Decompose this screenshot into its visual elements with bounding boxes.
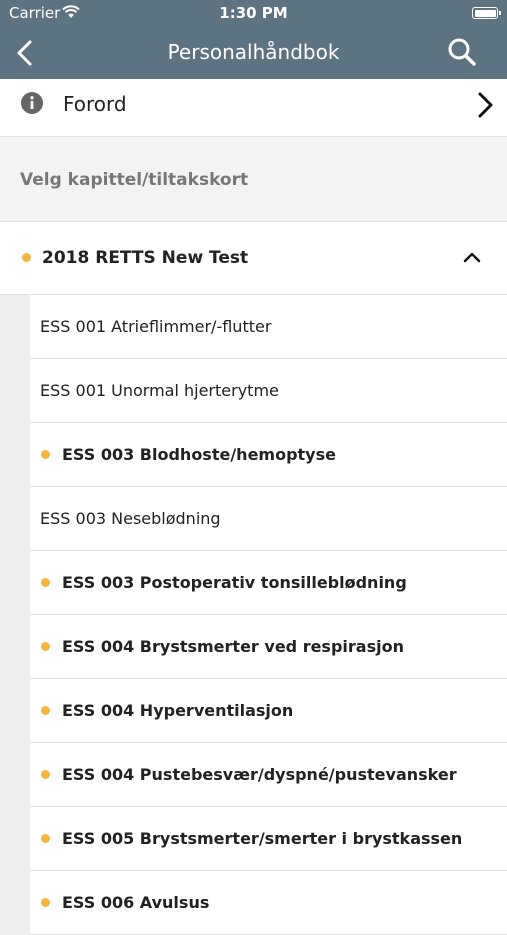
- group-header-label: 2018 RETTS New Test: [42, 248, 249, 268]
- unread-dot: [41, 834, 50, 843]
- page-title: Personalhåndbok: [167, 40, 340, 64]
- unread-dot: [41, 770, 50, 779]
- group-header[interactable]: 2018 RETTS New Test: [0, 222, 507, 295]
- list-item-label: ESS 003 Blodhoste/hemoptyse: [62, 445, 336, 464]
- list-item[interactable]: ESS 004 Pustebesvær/dyspné/pustevansker: [0, 743, 507, 807]
- battery-icon: [472, 7, 501, 19]
- info-icon: [21, 92, 43, 114]
- list-item-label: ESS 004 Hyperventilasjon: [62, 701, 294, 720]
- chevron-right-icon: [475, 91, 495, 119]
- list-item[interactable]: ESS 001 Atrieflimmer/-flutter: [0, 295, 507, 359]
- list-item-label: ESS 001 Unormal hjerterytme: [40, 381, 279, 400]
- list-item[interactable]: ESS 003 Blodhoste/hemoptyse: [0, 423, 507, 487]
- list-item-label: ESS 004 Brystsmerter ved respirasjon: [62, 637, 404, 656]
- list-item[interactable]: ESS 006 Avulsus: [0, 871, 507, 935]
- chapter-list: ESS 001 Atrieflimmer/-flutter ESS 001 Un…: [0, 295, 507, 935]
- unread-dot: [41, 706, 50, 715]
- list-item-label: ESS 004 Pustebesvær/dyspné/pustevansker: [62, 765, 457, 784]
- unread-dot: [41, 578, 50, 587]
- list-item-label: ESS 001 Atrieflimmer/-flutter: [40, 317, 272, 336]
- list-item[interactable]: ESS 003 Postoperativ tonsilleblødning: [0, 551, 507, 615]
- list-item-label: ESS 006 Avulsus: [62, 893, 210, 912]
- section-header-label: Velg kapittel/tiltakskort: [20, 170, 249, 190]
- unread-dot: [41, 642, 50, 651]
- list-item-label: ESS 003 Neseblødning: [40, 509, 221, 528]
- list-item-label: ESS 003 Postoperativ tonsilleblødning: [62, 573, 407, 592]
- forord-label: Forord: [63, 92, 127, 116]
- unread-dot: [22, 253, 31, 262]
- status-bar: Carrier 1:30 PM: [0, 0, 507, 27]
- list-item[interactable]: ESS 004 Brystsmerter ved respirasjon: [0, 615, 507, 679]
- unread-dot: [41, 898, 50, 907]
- nav-bar: Personalhåndbok: [0, 27, 507, 79]
- search-icon[interactable]: [447, 37, 477, 67]
- list-item[interactable]: ESS 004 Hyperventilasjon: [0, 679, 507, 743]
- section-header: Velg kapittel/tiltakskort: [0, 137, 507, 222]
- status-time: 1:30 PM: [219, 4, 288, 22]
- list-item[interactable]: ESS 003 Neseblødning: [0, 487, 507, 551]
- unread-dot: [41, 450, 50, 459]
- chevron-up-icon[interactable]: [463, 249, 481, 263]
- list-item[interactable]: ESS 005 Brystsmerter/smerter i brystkass…: [0, 807, 507, 871]
- list-item[interactable]: ESS 001 Unormal hjerterytme: [0, 359, 507, 423]
- list-item-label: ESS 005 Brystsmerter/smerter i brystkass…: [62, 829, 463, 848]
- forord-row[interactable]: Forord: [0, 79, 507, 137]
